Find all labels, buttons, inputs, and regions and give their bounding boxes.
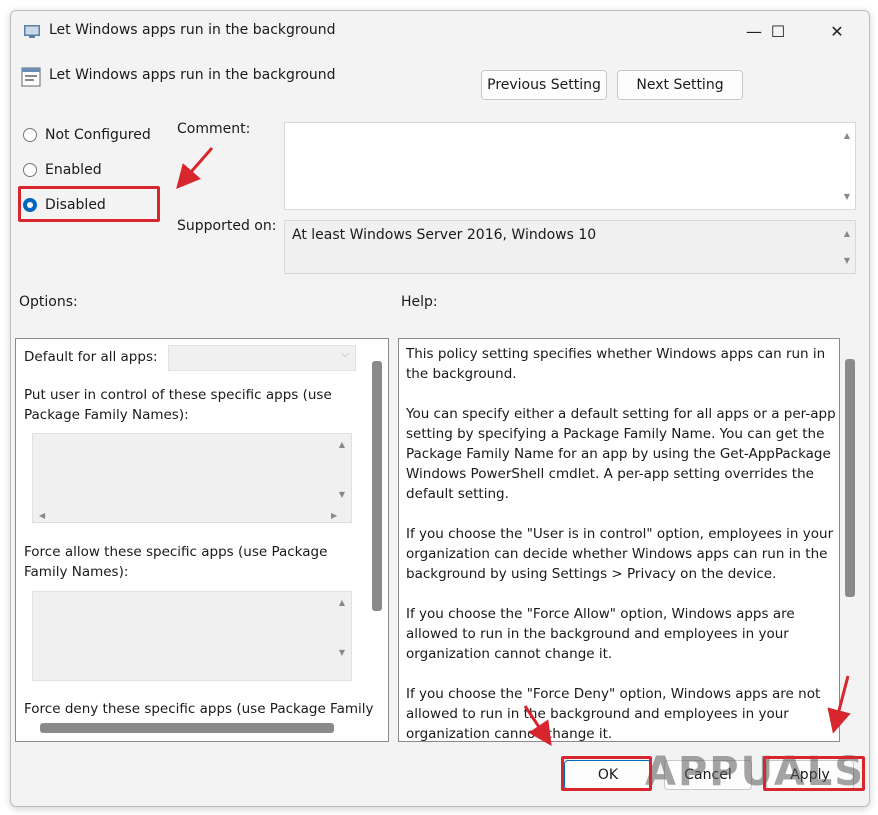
radio-not-configured[interactable]: Not Configured (23, 127, 151, 143)
window-title: Let Windows apps run in the background (49, 22, 336, 38)
options-horizontal-scrollbar[interactable] (40, 723, 334, 733)
chevron-down-icon: ⌵ (341, 349, 349, 360)
scroll-up-icon[interactable]: ▲ (339, 598, 345, 607)
default-all-apps-label: Default for all apps: (24, 349, 158, 365)
force-allow-listbox[interactable]: ▲ ▼ (32, 591, 352, 681)
comment-label: Comment: (177, 121, 251, 137)
scroll-right-icon[interactable]: ▶ (331, 511, 337, 520)
user-control-label: Put user in control of these specific ap… (24, 387, 332, 423)
setting-name: Let Windows apps run in the background (49, 67, 336, 83)
setting-icon (21, 67, 41, 87)
help-paragraph: This policy setting specifies whether Wi… (406, 346, 826, 382)
scroll-down-icon[interactable]: ▼ (339, 490, 345, 499)
scroll-left-icon[interactable]: ◀ (39, 511, 45, 520)
help-paragraph: If you choose the "User is in control" o… (406, 526, 834, 582)
force-allow-label: Force allow these specific apps (use Pac… (24, 544, 328, 580)
scroll-up-icon[interactable]: ▲ (844, 229, 850, 238)
help-vertical-scrollbar[interactable] (845, 359, 855, 597)
comment-textarea[interactable]: ▲ ▼ (284, 122, 856, 210)
annotation-box-disabled (18, 186, 160, 222)
default-all-apps-dropdown[interactable]: ⌵ (168, 345, 356, 371)
scroll-down-icon[interactable]: ▼ (339, 648, 345, 657)
radio-label: Not Configured (45, 127, 151, 143)
force-deny-label: Force deny these specific apps (use Pack… (24, 701, 374, 717)
next-setting-button[interactable]: Next Setting (617, 70, 743, 100)
scroll-down-icon[interactable]: ▼ (844, 256, 850, 265)
help-paragraph: You can specify either a default setting… (406, 406, 836, 502)
radio-circle[interactable] (23, 163, 37, 177)
scroll-down-icon[interactable]: ▼ (844, 192, 850, 201)
title-bar: Let Windows apps run in the background —… (11, 11, 869, 51)
scroll-up-icon[interactable]: ▲ (339, 440, 345, 449)
close-icon: ✕ (830, 21, 844, 41)
policy-dialog: Let Windows apps run in the background —… (10, 10, 870, 807)
options-label: Options: (19, 294, 78, 310)
user-control-listbox[interactable]: ▲ ▼ ◀ ▶ (32, 433, 352, 523)
maximize-icon: ☐ (770, 21, 786, 41)
help-panel: This policy setting specifies whether Wi… (398, 338, 840, 742)
close-button[interactable]: ✕ (814, 11, 860, 51)
annotation-box-ok (561, 756, 652, 791)
options-panel: Default for all apps: ⌵ Put user in cont… (15, 338, 389, 742)
supported-on-label: Supported on: (177, 218, 277, 234)
options-vertical-scrollbar[interactable] (372, 361, 382, 611)
maximize-button[interactable]: ☐ (755, 11, 801, 51)
supported-on-value: At least Windows Server 2016, Windows 10 (292, 227, 597, 243)
radio-enabled[interactable]: Enabled (23, 162, 102, 178)
radio-circle[interactable] (23, 128, 37, 142)
previous-setting-button[interactable]: Previous Setting (481, 70, 607, 100)
help-paragraph: If you choose the "Force Allow" option, … (406, 606, 795, 662)
help-text: This policy setting specifies whether Wi… (406, 344, 838, 742)
help-paragraph: If you choose the "Force Deny" option, W… (406, 686, 821, 742)
policy-app-icon (24, 25, 40, 38)
annotation-box-apply (763, 756, 865, 791)
help-label: Help: (401, 294, 438, 310)
radio-label: Enabled (45, 162, 102, 178)
scroll-up-icon[interactable]: ▲ (844, 131, 850, 140)
supported-on-field: At least Windows Server 2016, Windows 10… (284, 220, 856, 274)
